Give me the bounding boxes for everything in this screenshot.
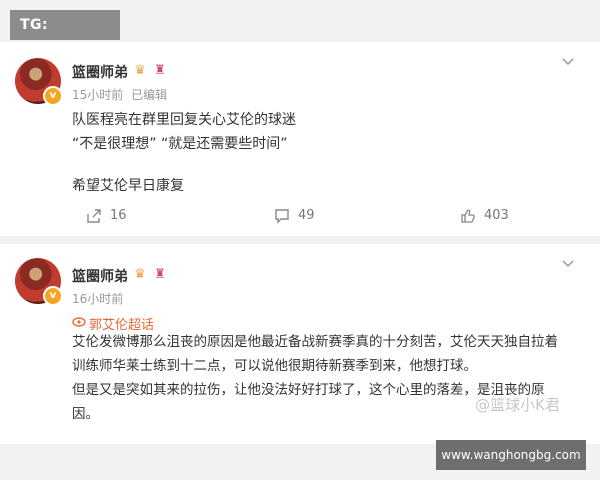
post-text: 队医程亮在群里回复关心艾伦的球迷 “不是很理想” “就是还需要些时间” 希望艾伦… (72, 108, 296, 198)
watermark-tag: TG: MYYJJPP (10, 10, 120, 63)
post-line-empty (72, 156, 296, 174)
chevron-down-icon[interactable] (562, 58, 574, 68)
post-time: 16小时前 (72, 292, 124, 306)
post-time: 15小时前 (72, 88, 124, 102)
vip-icon: ♜ (154, 63, 166, 78)
share-icon (87, 208, 101, 223)
post-line: “不是很理想” “就是还需要些时间” (72, 136, 288, 152)
like-count: 403 (484, 208, 509, 223)
username[interactable]: 篮圈师弟 (72, 62, 128, 82)
comment-count: 49 (298, 208, 315, 223)
like-button[interactable]: 403 (460, 206, 509, 226)
vip-icon: ♜ (154, 267, 166, 282)
post-meta: 15小时前 已编辑 (72, 86, 167, 103)
crown-icon: ♛ (134, 63, 146, 78)
weibo-watermark: @篮球小K君 (475, 396, 560, 414)
site-watermark: www.wanghongbg.com (436, 440, 586, 470)
post-line: 艾伦发微博那么沮丧的原因是他最近备战新赛季真的十分刻苦，艾伦天天独自拉着 (72, 334, 558, 350)
share-button[interactable]: 16 (86, 206, 127, 226)
crown-icon: ♛ (134, 267, 146, 282)
post-card-1: v 篮圈师弟 ♛ ♜ 15小时前 已编辑 队医程亮在群里回复关心艾伦的球迷 “不… (0, 42, 600, 236)
post-line: 训练师华莱士练到十二点，可以说他很期待新赛季到来，他想打球。 (72, 358, 477, 374)
topic-icon (72, 315, 86, 329)
post-line: 希望艾伦早日康复 (72, 178, 184, 194)
avatar[interactable]: v (15, 58, 63, 106)
edited-label: 已编辑 (131, 88, 168, 102)
verified-badge-icon: v (43, 286, 63, 306)
share-count: 16 (110, 208, 127, 223)
post-card-2: v 篮圈师弟 ♛ ♜ 16小时前 郭艾伦超话 艾伦发微博那么沮丧的原因是他最近备… (0, 244, 600, 444)
comment-button[interactable]: 49 (274, 206, 315, 226)
username[interactable]: 篮圈师弟 (72, 266, 128, 286)
verified-badge-icon: v (43, 86, 63, 106)
chevron-down-icon[interactable] (562, 260, 574, 270)
comment-icon (275, 208, 289, 224)
post-line: 队医程亮在群里回复关心艾伦的球迷 (72, 112, 296, 128)
avatar[interactable]: v (15, 258, 63, 306)
like-icon (461, 208, 475, 223)
